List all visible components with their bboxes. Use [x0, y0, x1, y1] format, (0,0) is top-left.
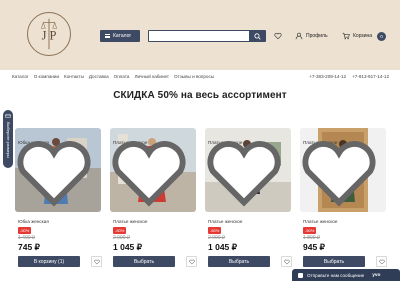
heart-icon [274, 32, 282, 40]
product-photo[interactable]: Платье женское [110, 128, 196, 212]
heart-icon[interactable] [205, 131, 287, 212]
hamburger-icon [105, 34, 110, 38]
discount-badge: -50% [208, 227, 222, 234]
price: 745 ₽ [18, 242, 40, 252]
product-card[interactable]: Платье женское Платье женское -50% 2 090… [110, 128, 197, 274]
favorites-link[interactable] [274, 31, 282, 41]
chat-icon [298, 272, 303, 278]
promo-title: СКИДКА 50% на весь ассортимент [113, 90, 287, 101]
product-photo[interactable]: Платье женское [205, 128, 291, 212]
heart-icon [93, 259, 100, 264]
product-name[interactable]: Платье женское [208, 219, 242, 224]
heart-icon [283, 259, 290, 264]
phone-2[interactable]: +7-913-917-14-12 [352, 74, 389, 79]
nav-link-reviews[interactable]: Отзывы и вопросы [174, 74, 214, 79]
size-selector-label: Выберите размеры [6, 122, 11, 158]
logo-letters: J P [42, 29, 57, 43]
old-price: 1 890 ₽ [303, 235, 321, 241]
product-name[interactable]: Юбка женская [18, 219, 49, 224]
add-to-cart-button[interactable]: В корзину (1) [18, 256, 80, 267]
wishlist-button[interactable] [376, 256, 387, 267]
discount-badge: -50% [113, 227, 127, 234]
search-bar [148, 30, 266, 42]
nav-link-delivery[interactable]: Доставка [89, 74, 109, 79]
product-card[interactable]: Юбка женская Юбка женская -50% 1 490 ₽ 7… [15, 128, 102, 274]
size-selector-tab[interactable]: Выберите размеры [3, 110, 13, 168]
discount-badge: -50% [18, 227, 32, 234]
search-icon [253, 32, 261, 40]
cart-link[interactable]: Корзина 0 [342, 31, 387, 41]
product-card[interactable]: Платье женское Платье женское -50% 1 890… [300, 128, 387, 274]
site-logo[interactable]: J P [27, 12, 71, 56]
wishlist-button[interactable] [91, 256, 102, 267]
price: 945 ₽ [303, 242, 325, 252]
product-name[interactable]: Платье женское [303, 219, 337, 224]
profile-link[interactable]: Профиль [295, 31, 328, 41]
select-button[interactable]: Выбрать [208, 256, 270, 267]
search-button[interactable] [249, 31, 265, 41]
catalog-button[interactable]: Каталог [100, 30, 140, 42]
old-price: 1 490 ₽ [18, 235, 36, 241]
chat-brand: yvo [372, 272, 381, 278]
nav-link-payment[interactable]: Оплата [114, 74, 130, 79]
catalog-button-label: Каталог [113, 33, 132, 39]
select-button[interactable]: Выбрать [303, 256, 365, 267]
top-nav: Каталог О компании Контакты Доставка Опл… [0, 70, 400, 82]
heart-icon [188, 259, 195, 264]
old-price: 2 090 ₽ [113, 235, 131, 241]
price: 1 045 ₽ [208, 242, 238, 252]
product-name[interactable]: Платье женское [113, 219, 147, 224]
ruler-icon [5, 114, 11, 118]
user-icon [295, 32, 303, 40]
site-header: J P Каталог Профиль Корзина 0 [0, 0, 400, 70]
wishlist-button[interactable] [281, 256, 292, 267]
cart-icon [342, 32, 350, 40]
nav-link-contacts[interactable]: Контакты [64, 74, 84, 79]
heart-icon[interactable] [300, 131, 382, 212]
phone-1[interactable]: +7-383-209-14-12 [309, 74, 346, 79]
old-price: 2 090 ₽ [208, 235, 226, 241]
cart-count-badge: 0 [377, 31, 387, 41]
discount-badge: -50% [303, 227, 317, 234]
nav-links: Каталог О компании Контакты Доставка Опл… [12, 70, 219, 82]
heart-icon [378, 259, 385, 264]
chat-widget[interactable]: Отправьте нам сообщение yvo [292, 269, 400, 281]
select-button[interactable]: Выбрать [113, 256, 175, 267]
heart-icon[interactable] [110, 131, 192, 212]
product-photo[interactable]: Юбка женская [15, 128, 101, 212]
cart-label: Корзина [353, 33, 373, 39]
product-photo[interactable]: Платье женское [300, 128, 386, 212]
heart-icon[interactable] [15, 131, 97, 212]
search-input[interactable] [151, 32, 247, 40]
profile-label: Профиль [306, 33, 328, 39]
price: 1 045 ₽ [113, 242, 143, 252]
nav-link-about[interactable]: О компании [34, 74, 59, 79]
product-card[interactable]: Платье женское Платье женское -50% 2 090… [205, 128, 292, 274]
nav-link-account[interactable]: Личный кабинет [134, 74, 169, 79]
nav-link-catalog[interactable]: Каталог [12, 74, 29, 79]
chat-label: Отправьте нам сообщение [307, 272, 365, 278]
phone-numbers: +7-383-209-14-12 +7-913-917-14-12 [309, 70, 389, 82]
wishlist-button[interactable] [186, 256, 197, 267]
